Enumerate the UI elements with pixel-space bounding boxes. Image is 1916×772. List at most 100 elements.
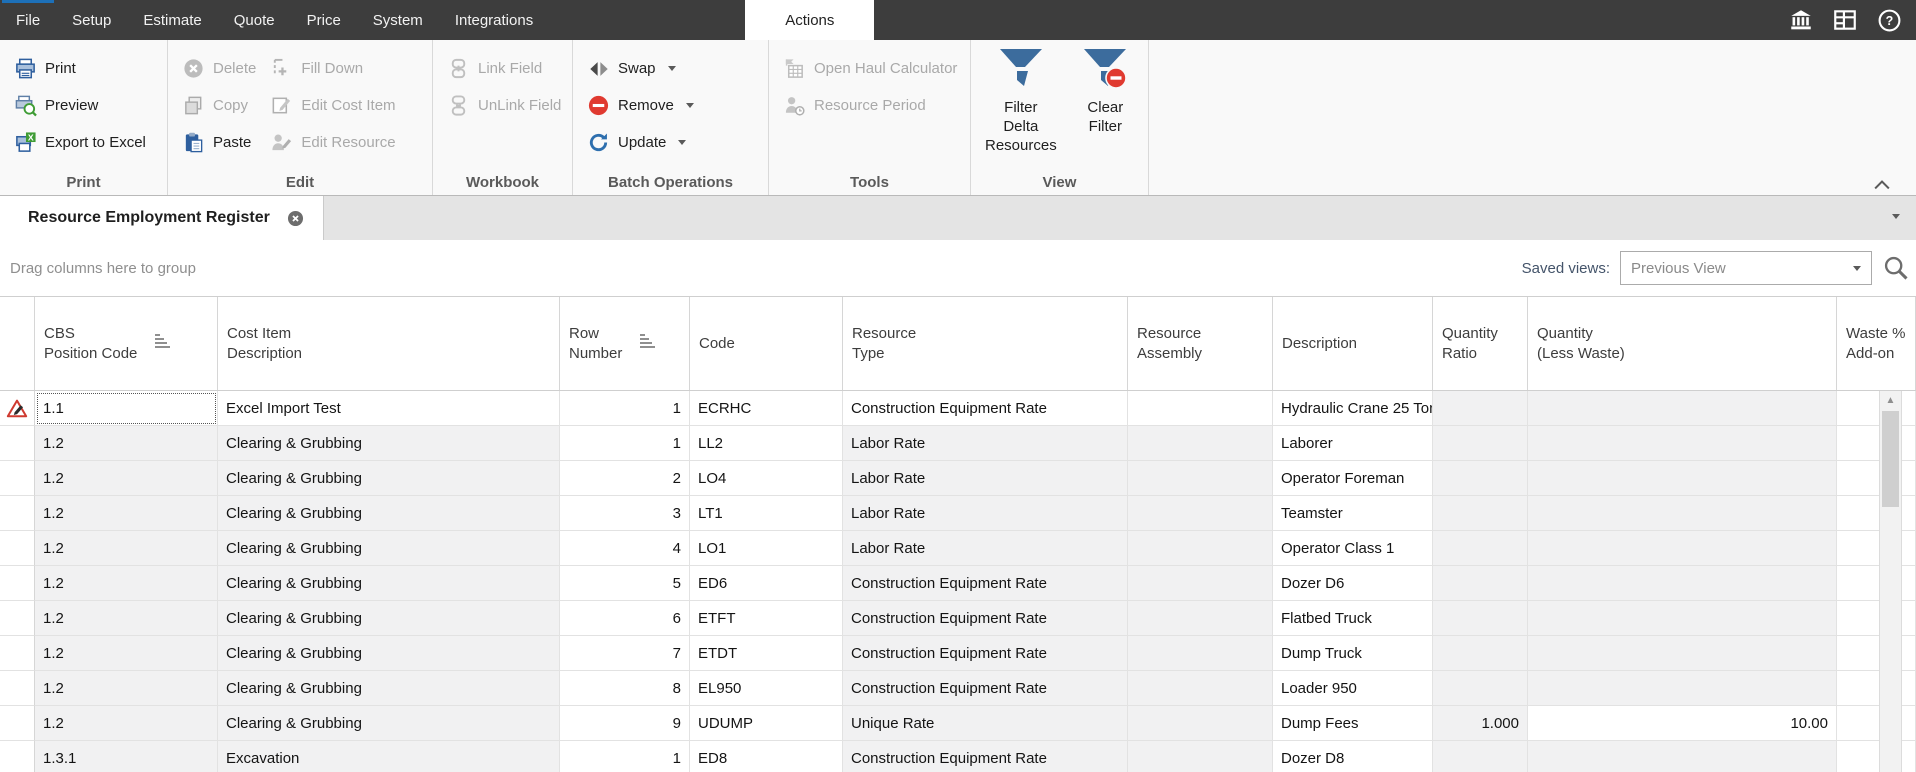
copy-button[interactable]: Copy	[182, 87, 256, 124]
cell-description[interactable]: Laborer	[1273, 426, 1433, 461]
cell-qty_less_waste[interactable]: 10.00	[1528, 706, 1837, 741]
column-header-row_number[interactable]: Row Number	[560, 297, 690, 390]
remove-button[interactable]: Remove	[587, 87, 758, 124]
cell-resource_type[interactable]: Construction Equipment Rate	[843, 566, 1128, 601]
cell-cbs[interactable]: 1.1	[35, 391, 218, 426]
menu-item-actions[interactable]: Actions	[745, 0, 874, 40]
cell-waste[interactable]	[1837, 601, 1916, 636]
resource-period-button[interactable]: Resource Period	[783, 87, 960, 124]
cell-resource_assembly[interactable]	[1128, 601, 1273, 636]
cell-resource_assembly[interactable]	[1128, 426, 1273, 461]
cell-qty_less_waste[interactable]	[1528, 601, 1837, 636]
cell-resource_type[interactable]: Labor Rate	[843, 426, 1128, 461]
cell-qty_ratio[interactable]	[1433, 671, 1528, 706]
cell-code[interactable]: ED8	[690, 741, 843, 772]
cell-description[interactable]: Operator Foreman	[1273, 461, 1433, 496]
menu-item-setup[interactable]: Setup	[56, 0, 127, 40]
cell-resource_type[interactable]: Construction Equipment Rate	[843, 636, 1128, 671]
cell-description[interactable]: Teamster	[1273, 496, 1433, 531]
cell-row_number[interactable]: 3	[560, 496, 690, 531]
cell-qty_ratio[interactable]	[1433, 531, 1528, 566]
paste-button[interactable]: Paste	[182, 124, 256, 161]
tab-resource-employment-register[interactable]: Resource Employment Register	[0, 196, 324, 240]
cell-qty_less_waste[interactable]	[1528, 391, 1837, 426]
cell-resource_assembly[interactable]	[1128, 531, 1273, 566]
cell-cost_item[interactable]: Clearing & Grubbing	[218, 426, 560, 461]
cell-resource_type[interactable]: Construction Equipment Rate	[843, 741, 1128, 772]
cell-resource_type[interactable]: Labor Rate	[843, 461, 1128, 496]
cell-qty_less_waste[interactable]	[1528, 636, 1837, 671]
vertical-scrollbar[interactable]: ▲	[1879, 391, 1902, 772]
cell-qty_ratio[interactable]: 1.000	[1433, 706, 1528, 741]
collapse-ribbon-button[interactable]	[1874, 177, 1890, 187]
cell-cost_item[interactable]: Clearing & Grubbing	[218, 706, 560, 741]
cell-description[interactable]: Dozer D6	[1273, 566, 1433, 601]
cell-row_number[interactable]: 9	[560, 706, 690, 741]
unlink-field-button[interactable]: UnLink Field	[447, 87, 562, 124]
cell-resource_type[interactable]: Construction Equipment Rate	[843, 671, 1128, 706]
cell-waste[interactable]	[1837, 461, 1916, 496]
cell-code[interactable]: UDUMP	[690, 706, 843, 741]
cell-cbs[interactable]: 1.2	[35, 531, 218, 566]
cell-row_number[interactable]: 8	[560, 671, 690, 706]
cell-cbs[interactable]: 1.2	[35, 636, 218, 671]
cell-row_number[interactable]: 1	[560, 391, 690, 426]
cell-cbs[interactable]: 1.2	[35, 566, 218, 601]
cell-row_number[interactable]: 1	[560, 426, 690, 461]
scrollbar-thumb[interactable]	[1882, 411, 1899, 507]
export-to-excel-button[interactable]: X Export to Excel	[14, 124, 157, 161]
column-header-qty_less_waste[interactable]: Quantity (Less Waste)	[1528, 297, 1837, 390]
cell-waste[interactable]	[1837, 671, 1916, 706]
workbook-grid-icon[interactable]	[1832, 7, 1858, 33]
search-icon[interactable]	[1882, 254, 1910, 282]
cell-waste[interactable]	[1837, 566, 1916, 601]
cell-waste[interactable]	[1837, 391, 1916, 426]
cell-cbs[interactable]: 1.2	[35, 601, 218, 636]
cell-qty_less_waste[interactable]	[1528, 566, 1837, 601]
cell-waste[interactable]	[1837, 531, 1916, 566]
menu-item-price[interactable]: Price	[291, 0, 357, 40]
cell-qty_less_waste[interactable]	[1528, 671, 1837, 706]
cell-row_number[interactable]: 1	[560, 741, 690, 772]
cell-cost_item[interactable]: Clearing & Grubbing	[218, 496, 560, 531]
cell-qty_ratio[interactable]	[1433, 601, 1528, 636]
cell-qty_ratio[interactable]	[1433, 461, 1528, 496]
cell-qty_ratio[interactable]	[1433, 426, 1528, 461]
cell-resource_assembly[interactable]	[1128, 461, 1273, 496]
cell-qty_ratio[interactable]	[1433, 741, 1528, 772]
cell-code[interactable]: ED6	[690, 566, 843, 601]
bank-icon[interactable]	[1788, 7, 1814, 33]
cell-resource_assembly[interactable]	[1128, 391, 1273, 426]
cell-qty_less_waste[interactable]	[1528, 496, 1837, 531]
cell-cost_item[interactable]: Excavation	[218, 741, 560, 772]
cell-code[interactable]: ETFT	[690, 601, 843, 636]
menu-item-system[interactable]: System	[357, 0, 439, 40]
link-field-button[interactable]: Link Field	[447, 50, 562, 87]
cell-resource_assembly[interactable]	[1128, 706, 1273, 741]
cell-resource_type[interactable]: Labor Rate	[843, 531, 1128, 566]
cell-code[interactable]: LO1	[690, 531, 843, 566]
cell-waste[interactable]	[1837, 741, 1916, 772]
column-header-qty_ratio[interactable]: Quantity Ratio	[1433, 297, 1528, 390]
cell-code[interactable]: ETDT	[690, 636, 843, 671]
cell-cost_item[interactable]: Clearing & Grubbing	[218, 531, 560, 566]
cell-code[interactable]: LL2	[690, 426, 843, 461]
menu-item-file[interactable]: File	[0, 0, 56, 40]
saved-views-dropdown[interactable]: Previous View	[1620, 251, 1872, 285]
cell-waste[interactable]	[1837, 706, 1916, 741]
cell-waste[interactable]	[1837, 426, 1916, 461]
cell-waste[interactable]	[1837, 636, 1916, 671]
preview-button[interactable]: Preview	[14, 87, 157, 124]
menu-item-quote[interactable]: Quote	[218, 0, 291, 40]
cell-cbs[interactable]: 1.2	[35, 426, 218, 461]
column-header-cbs[interactable]: CBS Position Code	[35, 297, 218, 390]
cell-description[interactable]: Dump Fees	[1273, 706, 1433, 741]
delete-button[interactable]: Delete	[182, 50, 256, 87]
fill-down-button[interactable]: Fill Down	[270, 50, 395, 87]
cell-cost_item[interactable]: Clearing & Grubbing	[218, 566, 560, 601]
cell-row_number[interactable]: 5	[560, 566, 690, 601]
column-header-resource_assembly[interactable]: Resource Assembly	[1128, 297, 1273, 390]
cell-description[interactable]: Dump Truck	[1273, 636, 1433, 671]
cell-code[interactable]: LT1	[690, 496, 843, 531]
cell-code[interactable]: LO4	[690, 461, 843, 496]
